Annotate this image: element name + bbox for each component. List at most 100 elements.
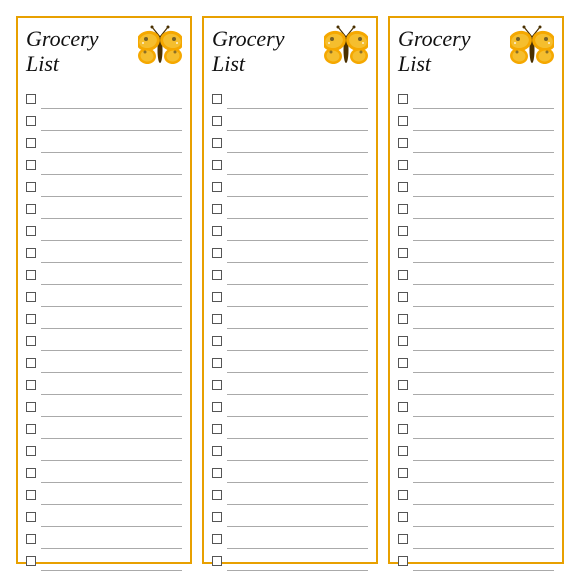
checkbox[interactable]	[26, 468, 36, 478]
checkbox[interactable]	[398, 292, 408, 302]
item-line	[227, 285, 368, 307]
checkbox[interactable]	[212, 490, 222, 500]
item-line	[227, 549, 368, 571]
checkbox[interactable]	[212, 556, 222, 566]
checkbox[interactable]	[212, 380, 222, 390]
butterfly-icon	[324, 22, 368, 74]
checkbox[interactable]	[26, 446, 36, 456]
checkbox[interactable]	[398, 248, 408, 258]
checkbox[interactable]	[398, 182, 408, 192]
list-item	[212, 440, 368, 462]
item-line	[41, 527, 182, 549]
card-header: GroceryList	[212, 24, 368, 82]
checkbox[interactable]	[26, 380, 36, 390]
checkbox[interactable]	[212, 424, 222, 434]
checkbox[interactable]	[212, 512, 222, 522]
checkbox[interactable]	[398, 556, 408, 566]
checkbox[interactable]	[26, 226, 36, 236]
list-item	[212, 242, 368, 264]
checkbox[interactable]	[398, 336, 408, 346]
checkbox[interactable]	[398, 226, 408, 236]
checkbox[interactable]	[26, 424, 36, 434]
list-item	[212, 374, 368, 396]
checkbox[interactable]	[212, 138, 222, 148]
list-item	[212, 418, 368, 440]
list-item	[212, 220, 368, 242]
checkbox[interactable]	[212, 182, 222, 192]
item-line	[41, 505, 182, 527]
checkbox[interactable]	[398, 424, 408, 434]
checkbox[interactable]	[398, 446, 408, 456]
checkbox[interactable]	[212, 116, 222, 126]
checkbox[interactable]	[26, 204, 36, 214]
checkbox[interactable]	[212, 336, 222, 346]
item-line	[227, 175, 368, 197]
list-item	[212, 396, 368, 418]
item-line	[227, 241, 368, 263]
checkbox[interactable]	[398, 270, 408, 280]
checkbox[interactable]	[398, 380, 408, 390]
checkbox[interactable]	[212, 270, 222, 280]
checkbox[interactable]	[212, 314, 222, 324]
checkbox[interactable]	[26, 556, 36, 566]
butterfly-icon	[138, 22, 182, 74]
checkbox[interactable]	[398, 116, 408, 126]
checkbox[interactable]	[212, 160, 222, 170]
list-item	[212, 506, 368, 528]
checkbox[interactable]	[212, 402, 222, 412]
checkbox[interactable]	[212, 204, 222, 214]
checkbox[interactable]	[26, 314, 36, 324]
checkbox[interactable]	[398, 468, 408, 478]
checkbox[interactable]	[398, 490, 408, 500]
checkbox[interactable]	[26, 94, 36, 104]
checkbox[interactable]	[26, 270, 36, 280]
checkbox[interactable]	[26, 358, 36, 368]
checkbox[interactable]	[212, 468, 222, 478]
list-item	[26, 242, 182, 264]
list-item	[26, 154, 182, 176]
item-line	[413, 461, 554, 483]
item-line	[413, 219, 554, 241]
list-item	[212, 198, 368, 220]
checkbox[interactable]	[212, 358, 222, 368]
checkbox[interactable]	[212, 94, 222, 104]
list-item	[26, 176, 182, 198]
checkbox[interactable]	[26, 512, 36, 522]
checkbox[interactable]	[26, 182, 36, 192]
checkbox[interactable]	[26, 402, 36, 412]
checkbox[interactable]	[212, 446, 222, 456]
item-line	[227, 439, 368, 461]
checkbox[interactable]	[398, 314, 408, 324]
checkbox[interactable]	[26, 138, 36, 148]
checkbox[interactable]	[398, 138, 408, 148]
item-line	[227, 219, 368, 241]
checkbox[interactable]	[212, 226, 222, 236]
item-line	[413, 549, 554, 571]
checkbox[interactable]	[398, 160, 408, 170]
checkbox[interactable]	[26, 160, 36, 170]
checkbox[interactable]	[398, 204, 408, 214]
checkbox[interactable]	[26, 534, 36, 544]
checkbox[interactable]	[398, 94, 408, 104]
checkbox[interactable]	[398, 402, 408, 412]
checkbox[interactable]	[26, 292, 36, 302]
checkbox[interactable]	[26, 248, 36, 258]
item-line	[413, 153, 554, 175]
checkbox[interactable]	[398, 358, 408, 368]
item-line	[227, 153, 368, 175]
item-line	[413, 131, 554, 153]
checkbox[interactable]	[26, 336, 36, 346]
checkbox[interactable]	[398, 534, 408, 544]
item-line	[227, 87, 368, 109]
checkbox[interactable]	[212, 534, 222, 544]
item-line	[413, 241, 554, 263]
item-line	[227, 109, 368, 131]
item-line	[413, 417, 554, 439]
checkbox[interactable]	[212, 292, 222, 302]
checkbox[interactable]	[212, 248, 222, 258]
item-line	[413, 175, 554, 197]
checkbox[interactable]	[398, 512, 408, 522]
checkbox[interactable]	[26, 490, 36, 500]
list-item	[26, 110, 182, 132]
checkbox[interactable]	[26, 116, 36, 126]
